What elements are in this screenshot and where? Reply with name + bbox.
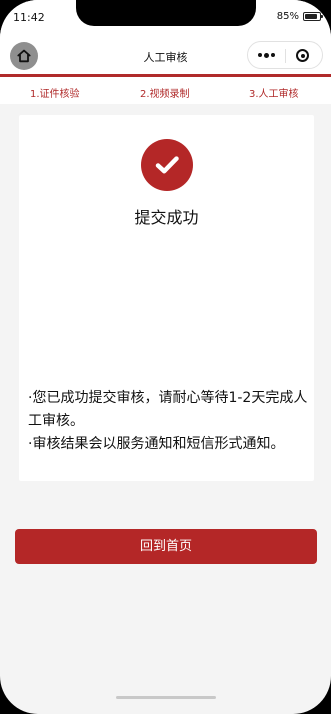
checkmark-icon [141,139,193,191]
submission-result-card: 提交成功 ·您已成功提交审核，请耐心等待1-2天完成人工审核。 ·审核结果会以服… [19,115,314,481]
step-manual-review: 3.人工审核 [249,89,299,100]
close-circle-icon[interactable] [296,49,309,62]
status-time: 11:42 [13,11,45,24]
mini-program-screen: 11:42 85% 人工审核 1.证件核验 2.视频录制 3.人工审核 提交成功… [0,0,331,714]
review-instructions: ·您已成功提交审核，请耐心等待1-2天完成人工审核。 ·审核结果会以服务通知和短… [28,387,310,456]
notification-message: ·审核结果会以服务通知和短信形式通知。 [28,436,285,452]
back-home-button[interactable]: 回到首页 [15,529,317,564]
mini-program-capsule [247,41,323,69]
checkmark-shape [155,156,179,174]
review-time-message: ·您已成功提交审核，请耐心等待1-2天完成人工审核。 [28,390,308,429]
step-document-verification: 1.证件核验 [30,89,80,100]
battery-status: 85% [276,11,323,22]
battery-icon [303,12,323,21]
step-progress: 1.证件核验 2.视频录制 3.人工审核 [0,77,331,104]
status-bar: 11:42 85% [0,0,331,32]
submission-success-title: 提交成功 [134,208,199,227]
device-notch [76,0,256,26]
home-indicator[interactable] [116,696,216,699]
navigation-bar: 人工审核 [0,32,331,74]
step-video-recording: 2.视频录制 [140,89,190,100]
capsule-divider [285,49,286,63]
more-icon[interactable] [258,52,275,58]
battery-percentage: 85% [276,11,299,22]
